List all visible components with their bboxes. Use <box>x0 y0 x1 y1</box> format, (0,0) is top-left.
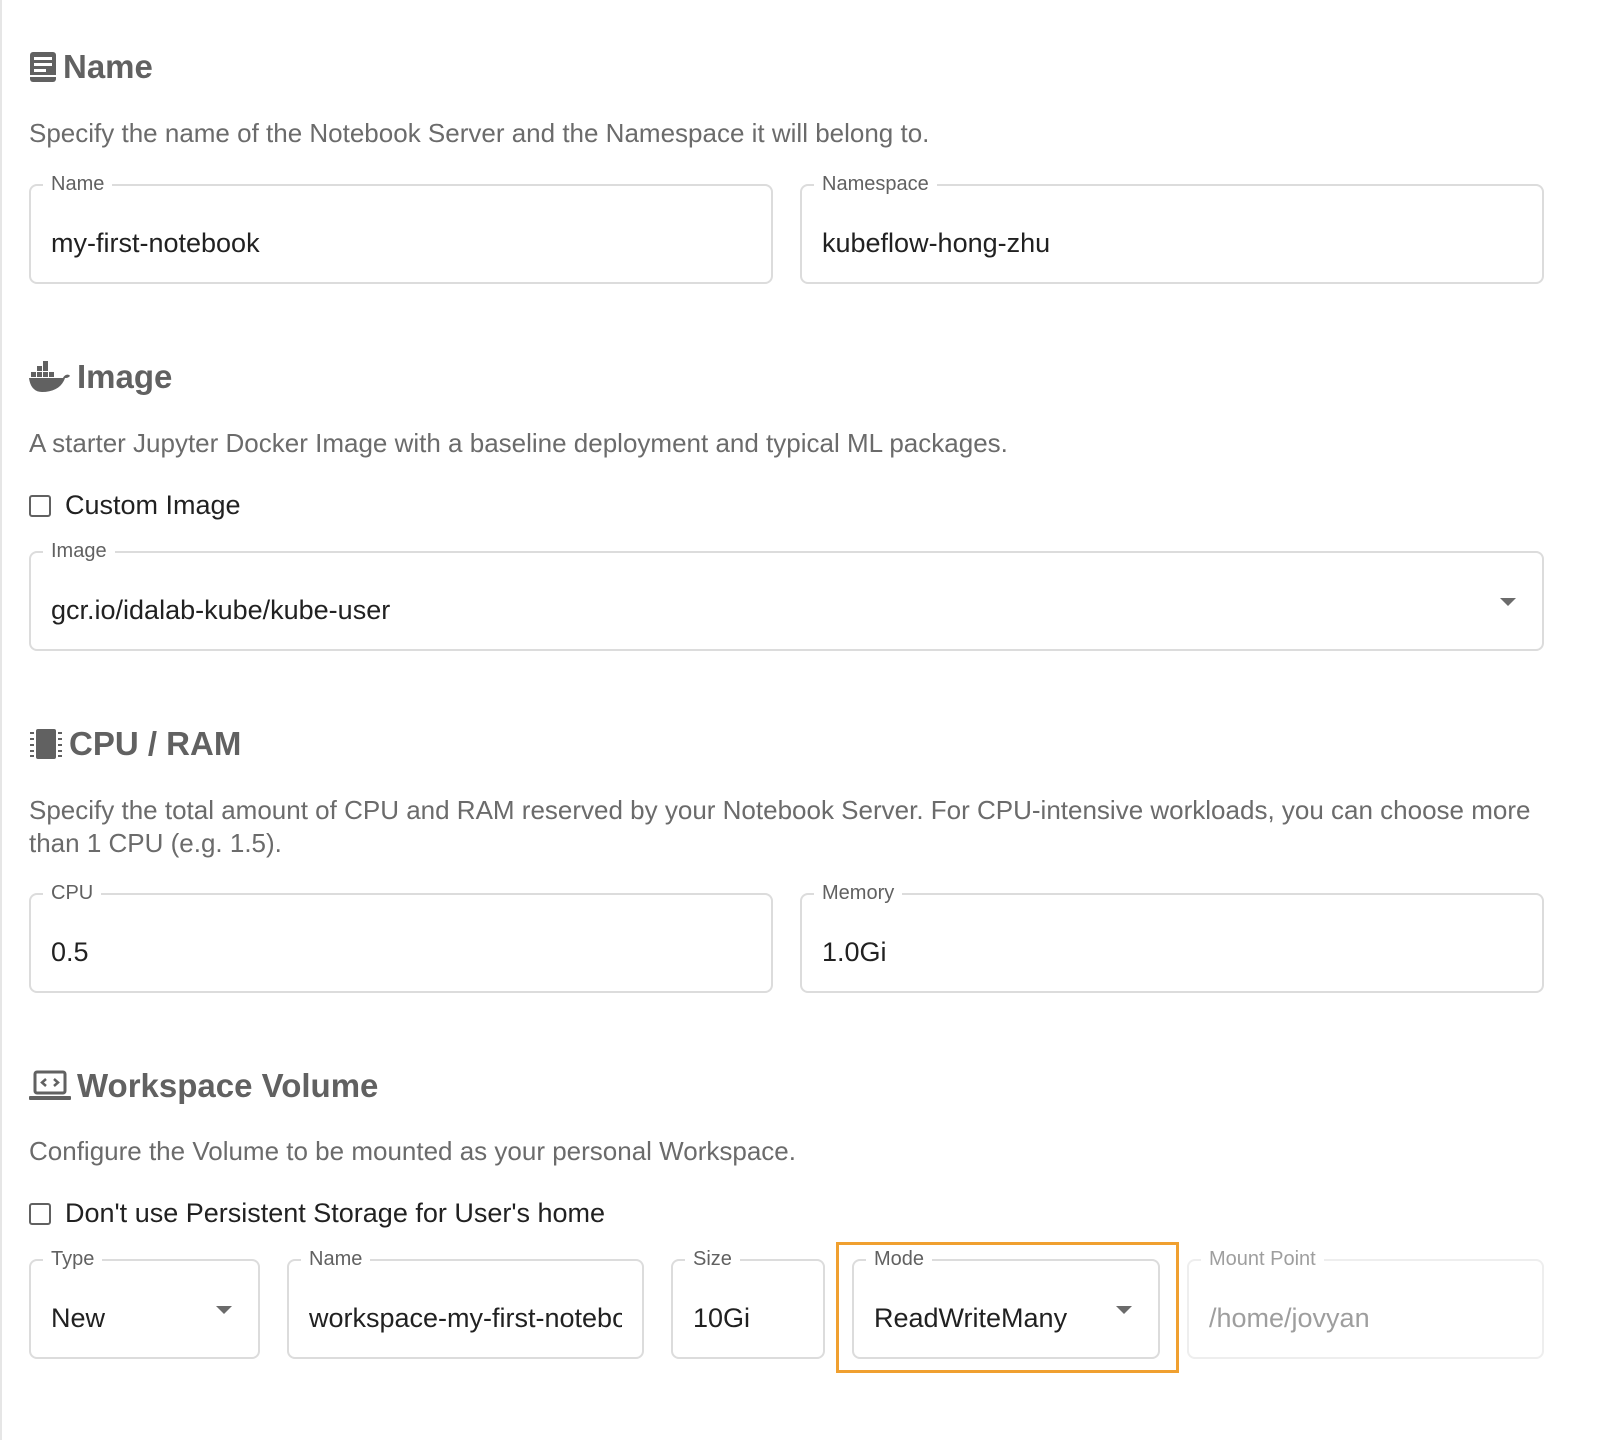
image-select-value[interactable]: gcr.io/idalab-kube/kube-user <box>51 593 1522 627</box>
cpu-field-label: CPU <box>43 880 102 906</box>
volume-name-label: Name <box>301 1246 371 1272</box>
mount-point-value: /home/jovyan <box>1209 1303 1370 1333</box>
no-persistent-storage-checkbox-row[interactable]: Don't use Persistent Storage for User's … <box>29 1198 605 1229</box>
left-border <box>0 0 2 1440</box>
image-select[interactable]: Image gcr.io/idalab-kube/kube-user <box>29 538 1544 651</box>
mode-highlight-box <box>836 1242 1179 1373</box>
book-icon <box>29 51 57 83</box>
volume-size-value[interactable]: 10Gi <box>693 1301 803 1335</box>
workspace-section-description: Configure the Volume to be mounted as yo… <box>29 1136 796 1166</box>
memory-field[interactable]: Memory 1.0Gi <box>800 880 1544 993</box>
section-title-text: CPU / RAM <box>69 725 242 762</box>
namespace-field-value[interactable]: kubeflow-hong-zhu <box>822 226 1522 260</box>
dropdown-arrow-icon[interactable] <box>216 1306 232 1314</box>
image-select-label: Image <box>43 538 115 564</box>
name-field-value[interactable]: my-first-notebook <box>51 226 751 260</box>
volume-size-field[interactable]: Size 10Gi <box>671 1246 825 1359</box>
volume-size-label: Size <box>685 1246 740 1272</box>
custom-image-checkbox[interactable] <box>29 494 51 517</box>
name-section-description: Specify the name of the Notebook Server … <box>29 118 930 148</box>
image-section-title: Image <box>29 358 172 396</box>
custom-image-label[interactable]: Custom Image <box>65 490 241 521</box>
volume-name-field[interactable]: Name workspace-my-first-notebook <box>287 1246 644 1359</box>
name-field[interactable]: Name my-first-notebook <box>29 171 773 284</box>
no-persistent-storage-label[interactable]: Don't use Persistent Storage for User's … <box>65 1198 605 1229</box>
section-title-text: Image <box>77 358 173 395</box>
memory-chip-icon <box>29 728 63 760</box>
namespace-field[interactable]: Namespace kubeflow-hong-zhu <box>800 171 1544 284</box>
cpu-field-value[interactable]: 0.5 <box>51 935 751 969</box>
name-section-title: Name <box>29 48 153 86</box>
section-title-text: Name <box>63 48 153 85</box>
memory-field-label: Memory <box>814 880 903 906</box>
custom-image-checkbox-row[interactable]: Custom Image <box>29 490 241 521</box>
dropdown-arrow-icon[interactable] <box>1500 598 1516 606</box>
workspace-section-title: Workspace Volume <box>29 1067 378 1105</box>
volume-name-value[interactable]: workspace-my-first-notebook <box>309 1301 622 1335</box>
mount-point-label: Mount Point <box>1201 1246 1324 1272</box>
name-field-label: Name <box>43 171 113 197</box>
namespace-field-label: Namespace <box>814 171 937 197</box>
mount-point-field: Mount Point /home/jovyan <box>1187 1246 1544 1359</box>
laptop-code-icon <box>29 1070 71 1102</box>
cpu-section-title: CPU / RAM <box>29 725 241 763</box>
no-persistent-storage-checkbox[interactable] <box>29 1202 51 1225</box>
volume-type-label: Type <box>43 1246 103 1272</box>
cpu-field[interactable]: CPU 0.5 <box>29 880 773 993</box>
cpu-section-description: Specify the total amount of CPU and RAM … <box>29 795 1531 858</box>
volume-type-select[interactable]: Type New <box>29 1246 260 1359</box>
section-title-text: Workspace Volume <box>77 1067 379 1104</box>
volume-type-value[interactable]: New <box>51 1301 238 1335</box>
docker-whale-icon <box>29 361 71 393</box>
memory-field-value[interactable]: 1.0Gi <box>822 935 1522 969</box>
image-section-description: A starter Jupyter Docker Image with a ba… <box>29 428 1008 458</box>
